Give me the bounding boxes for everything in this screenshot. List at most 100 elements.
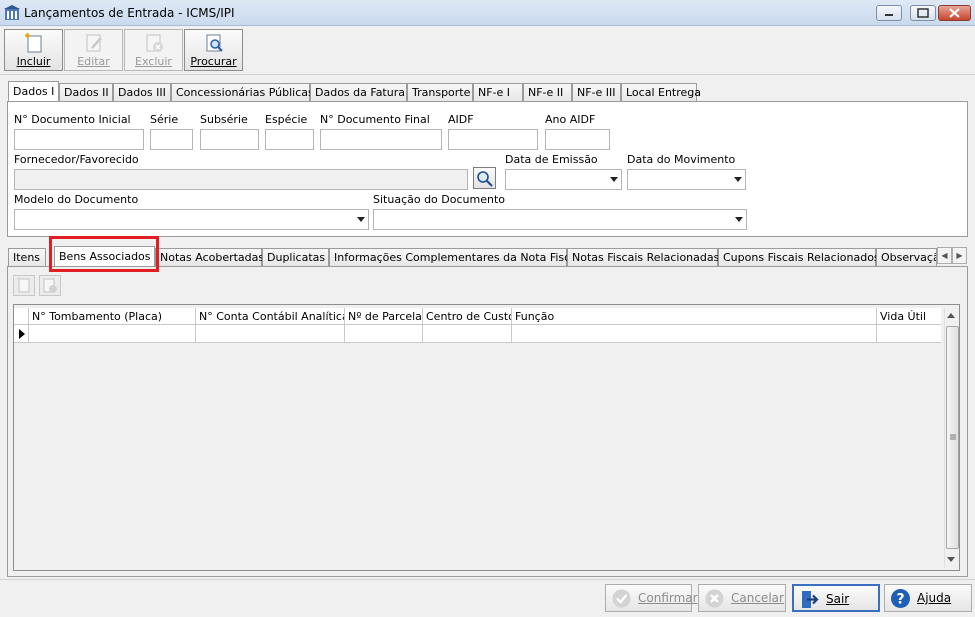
col-n-tombamento[interactable]: N° Tombamento (Placa) [28, 308, 195, 325]
n-documento-final-field[interactable] [320, 129, 442, 150]
excluir-button[interactable]: Excluir [124, 29, 183, 71]
cell-funcao[interactable] [511, 325, 876, 343]
bens-associados-grid[interactable]: N° Tombamento (Placa) N° Conta Contábil … [13, 304, 960, 571]
ajuda-button[interactable]: ? Ajuda [884, 584, 972, 612]
new-document-icon [24, 33, 41, 53]
minimize-icon [885, 14, 893, 16]
remove-row-icon [43, 278, 57, 293]
maximize-button[interactable] [910, 5, 936, 21]
incluir-label: Incluir [16, 55, 51, 68]
help-icon: ? [891, 589, 910, 608]
tab-scroll-right-icon[interactable]: ▶ [952, 247, 967, 264]
grid-add-button[interactable] [13, 275, 35, 296]
grid-corner-cell [14, 308, 28, 325]
cell-n-tombamento[interactable] [28, 325, 195, 343]
svg-text:?: ? [896, 592, 904, 608]
col-centro-custo[interactable]: Centro de Custo [422, 308, 511, 325]
label-aidf: AIDF [448, 113, 474, 126]
label-data-movimento: Data do Movimento [627, 153, 736, 166]
tab-dados-da-fatura[interactable]: Dados da Fatura [310, 83, 407, 102]
ajuda-label: Ajuda [917, 591, 952, 605]
cell-centro-custo[interactable] [422, 325, 511, 343]
col-funcao[interactable]: Função [511, 308, 876, 325]
label-subserie: Subsérie [200, 113, 248, 126]
n-documento-inicial-field[interactable] [14, 129, 144, 150]
modelo-documento-select[interactable] [14, 209, 369, 230]
delete-document-icon [146, 34, 163, 52]
sair-button[interactable]: Sair [792, 584, 880, 612]
tab-dados-iii[interactable]: Dados III [113, 83, 171, 102]
label-serie: Série [150, 113, 179, 126]
ano-aidf-field[interactable] [545, 129, 610, 150]
fornecedor-field[interactable] [14, 169, 468, 190]
tab-transporte[interactable]: Transporte [407, 83, 473, 102]
tab-nfe-ii[interactable]: NF-e II [523, 83, 572, 102]
table-row[interactable] [14, 325, 941, 343]
chevron-down-icon [610, 177, 618, 182]
editar-button[interactable]: Editar [64, 29, 123, 71]
aidf-field[interactable] [448, 129, 538, 150]
tab-observacao[interactable]: Observaçã [876, 248, 937, 267]
tab-scroll-left-icon[interactable]: ◀ [937, 247, 952, 264]
tab-itens[interactable]: Itens [8, 248, 46, 267]
tab-nfe-i[interactable]: NF-e I [473, 83, 523, 102]
tab-cupons-fiscais-relacionados[interactable]: Cupons Fiscais Relacionados [718, 248, 880, 267]
label-situacao-documento: Situação do Documento [373, 193, 506, 206]
add-row-icon [17, 277, 30, 293]
col-n-parcelas[interactable]: Nº de Parcelas [344, 308, 422, 325]
incluir-button[interactable]: Incluir [4, 29, 63, 71]
footer-divider [0, 579, 975, 580]
scroll-down-icon[interactable] [947, 557, 955, 562]
tab-local-entrega[interactable]: Local Entrega [621, 83, 701, 102]
close-button[interactable] [938, 5, 971, 21]
search-icon [477, 171, 493, 187]
especie-field[interactable] [265, 129, 314, 150]
col-conta-contabil[interactable]: N° Conta Contábil Analítica [195, 308, 344, 325]
label-data-emissao: Data de Emissão [505, 153, 598, 166]
fornecedor-search-button[interactable] [473, 167, 496, 189]
data-movimento-select[interactable] [627, 169, 746, 190]
confirmar-label: Confirmar [638, 591, 698, 605]
title-bar: Lançamentos de Entrada - ICMS/IPI [0, 0, 975, 26]
label-modelo-documento: Modelo do Documento [14, 193, 139, 206]
procurar-button[interactable]: Procurar [184, 29, 243, 71]
tab-notas-fiscais-relacionadas[interactable]: Notas Fiscais Relacionadas [567, 248, 719, 267]
tab-nfe-iii[interactable]: NF-e III [572, 83, 621, 102]
grid-remove-button[interactable] [39, 275, 61, 296]
scrollbar-thumb[interactable] [946, 326, 959, 549]
grid-vertical-scrollbar[interactable] [944, 308, 959, 568]
current-row-indicator-icon [19, 329, 25, 339]
chevron-down-icon [357, 217, 365, 222]
scroll-up-icon[interactable] [947, 313, 955, 318]
confirmar-button[interactable]: Confirmar [605, 584, 698, 612]
tab-notas-acobertadas[interactable]: Notas Acobertadas [155, 248, 264, 267]
tab-scroll-arrows: ◀ ▶ [937, 247, 968, 264]
window-title: Lançamentos de Entrada - ICMS/IPI [24, 6, 235, 20]
minimize-button[interactable] [876, 5, 902, 21]
tab-duplicatas[interactable]: Duplicatas [262, 248, 329, 267]
tab-concessionarias-publicas[interactable]: Concessionárias Públicas [171, 83, 314, 102]
situacao-documento-select[interactable] [373, 209, 747, 230]
tab-dados-ii[interactable]: Dados II [59, 83, 113, 102]
label-fornecedor: Fornecedor/Favorecido [14, 153, 139, 166]
subserie-field[interactable] [200, 129, 259, 150]
data-emissao-select[interactable] [505, 169, 622, 190]
excluir-label: Excluir [135, 55, 172, 68]
serie-field[interactable] [150, 129, 193, 150]
chevron-down-icon [735, 217, 743, 222]
cell-n-parcelas[interactable] [344, 325, 422, 343]
cell-vida-util[interactable] [876, 325, 941, 343]
chevron-down-icon [734, 177, 742, 182]
cell-conta-contabil[interactable] [195, 325, 344, 343]
procurar-label: Procurar [190, 55, 237, 68]
toolbar-divider [0, 74, 975, 75]
cancelar-button[interactable]: Cancelar [698, 584, 786, 612]
cancel-circle-icon [705, 589, 724, 608]
search-document-icon [206, 34, 223, 52]
cancelar-label: Cancelar [731, 591, 784, 605]
col-vida-util[interactable]: Vida Útil [876, 308, 941, 325]
tab-dados-i[interactable]: Dados I [8, 81, 59, 103]
grip-icon [950, 434, 956, 440]
tab-informacoes-complementares[interactable]: Informações Complementares da Nota Fisca… [329, 248, 580, 267]
edit-document-icon [86, 34, 102, 52]
